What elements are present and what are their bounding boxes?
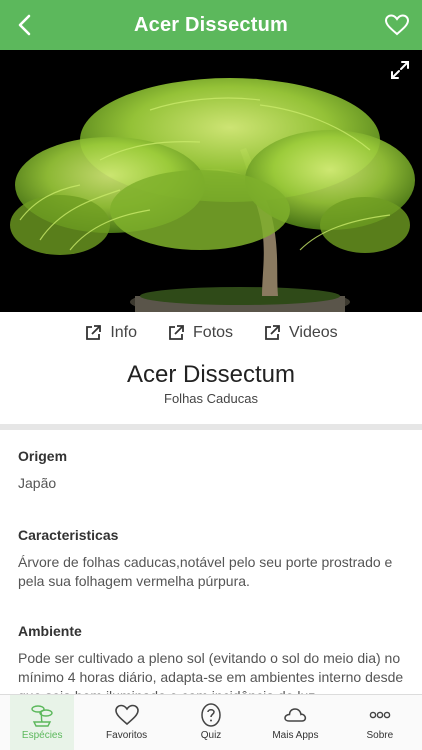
external-link-icon [265,325,280,340]
favorite-heart-icon[interactable] [384,13,410,37]
section-caracteristicas: Caracteristicas Árvore de folhas caducas… [18,527,410,591]
tab-quiz[interactable]: Quiz [169,695,253,750]
external-link-icon [86,325,102,340]
tab-especies[interactable]: Espécies [0,695,84,750]
tab-sobre[interactable]: Sobre [338,695,422,750]
videos-link[interactable]: Videos [263,324,338,342]
section-title: Ambiente [18,623,82,639]
tab-label: Sobre [366,730,394,741]
tab-mais-apps[interactable]: Mais Apps [253,695,337,750]
app-bar: Acer Dissectum [0,0,422,50]
section-ambiente: Ambiente Pode ser cultivado a pleno sol … [18,623,410,694]
section-text: Japão [18,475,57,491]
fotos-link-label: Fotos [193,324,234,341]
question-icon [201,703,221,727]
section-origem: Origem Japão [18,448,410,493]
videos-link-label: Videos [289,324,338,341]
species-category: Folhas Caducas [164,391,258,406]
section-title: Origem [18,448,68,464]
section-text: Árvore de folhas caducas,notável pelo se… [18,554,393,589]
detail-links: Info Fotos Videos [0,316,422,350]
tab-label: Espécies [21,730,63,741]
species-name: Acer Dissectum [126,361,296,388]
bonsai-tree-image [0,50,422,312]
tab-label: Mais Apps [272,730,319,741]
tab-label: Favoritos [106,730,148,741]
tab-label: Quiz [200,730,222,741]
heart-icon [114,704,139,726]
info-link-label: Info [110,324,138,341]
section-title: Caracteristicas [18,527,119,543]
fotos-link[interactable]: Fotos [167,324,233,342]
bottom-tab-bar: Espécies Favoritos Quiz Mais Apps Sobre [0,694,422,750]
section-text: Pode ser cultivado a pleno sol (evitando… [18,650,404,694]
species-details[interactable]: Origem Japão Caracteristicas Árvore de f… [18,430,410,694]
bonsai-icon [31,705,53,727]
page-title: Acer Dissectum [134,13,288,36]
external-link-icon [169,325,184,340]
back-arrow-icon[interactable] [14,12,36,38]
species-photo[interactable] [0,50,422,312]
cloud-icon [284,708,307,722]
more-dots-icon [369,711,391,719]
info-link[interactable]: Info [84,324,137,342]
expand-fullscreen-icon[interactable] [390,60,410,80]
tab-favoritos[interactable]: Favoritos [84,695,168,750]
